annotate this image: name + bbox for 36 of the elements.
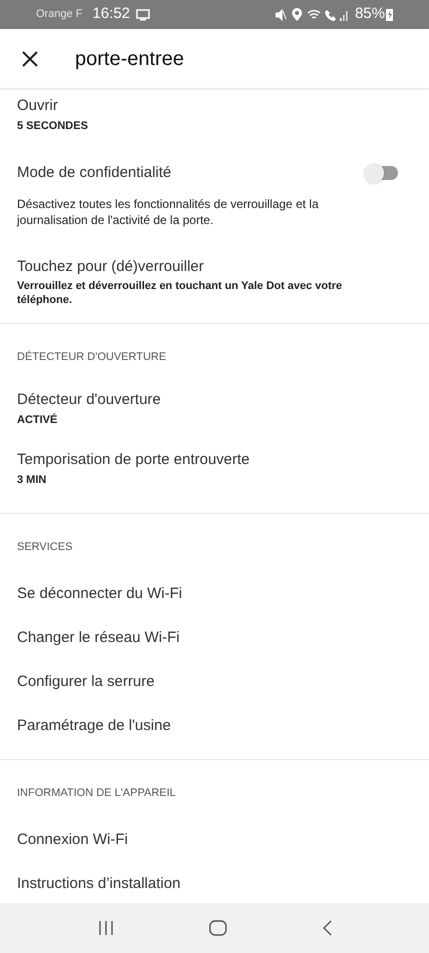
section-header: DÉTECTEUR D'OUVERTURE <box>16 350 168 365</box>
carrier-name: Orange F <box>36 7 82 22</box>
setting-title: Mode de confidentialité <box>17 163 172 183</box>
menu-item[interactable]: Instructions d’installation <box>0 862 429 903</box>
setting-title: Détecteur d'ouverture <box>17 390 162 410</box>
settings-row[interactable]: Détecteur d'ouverture ACTIVÉ <box>0 382 429 442</box>
call-icon <box>324 8 337 20</box>
back-icon[interactable] <box>322 920 332 936</box>
screen-icon <box>136 8 150 20</box>
clock: 16:52 <box>92 4 130 24</box>
menu-item[interactable]: Changer le réseau Wi-Fi <box>0 616 429 660</box>
page-title: porte-entree <box>75 46 184 72</box>
setting-description: Désactivez toutes les fonctionnalités de verrouillage et la journalisation de l'activité de la porte. <box>17 196 320 228</box>
setting-value: ACTIVÉ <box>17 412 58 428</box>
signal-icon <box>338 8 349 20</box>
mute-icon <box>274 8 287 20</box>
recent-apps-icon[interactable] <box>98 921 114 935</box>
section-header: INFORMATION DE L'APPAREIL <box>16 786 177 801</box>
menu-item[interactable]: Paramétrage de l'usine <box>0 704 429 748</box>
setting-description: Verrouillez et déverrouillez en touchant un Yale Dot avec votre téléphone. <box>17 279 344 307</box>
menu-item[interactable]: Connexion Wi-Fi <box>0 818 429 862</box>
home-icon[interactable] <box>208 920 226 936</box>
setting-title: Temporisation de porte entrouverte <box>17 450 251 470</box>
settings-row[interactable]: Temporisation de porte entrouverte 3 MIN <box>0 442 429 502</box>
settings-row[interactable]: Ouvrir 5 SECONDES <box>0 88 429 148</box>
setting-value: 3 MIN <box>17 473 48 488</box>
menu-item[interactable]: Configurer la serrure <box>0 660 429 704</box>
section-header: SERVICES <box>16 540 74 555</box>
location-icon <box>292 8 302 21</box>
setting-value: 5 SECONDES <box>17 119 89 134</box>
menu-item[interactable]: Se déconnecter du Wi-Fi <box>0 572 429 616</box>
setting-title: Touchez pour (dé)verrouiller <box>17 257 205 277</box>
setting-title: Ouvrir <box>17 96 59 116</box>
battery-percent: 85% <box>354 4 385 24</box>
battery-icon <box>386 8 393 21</box>
wifi-icon <box>306 8 321 20</box>
